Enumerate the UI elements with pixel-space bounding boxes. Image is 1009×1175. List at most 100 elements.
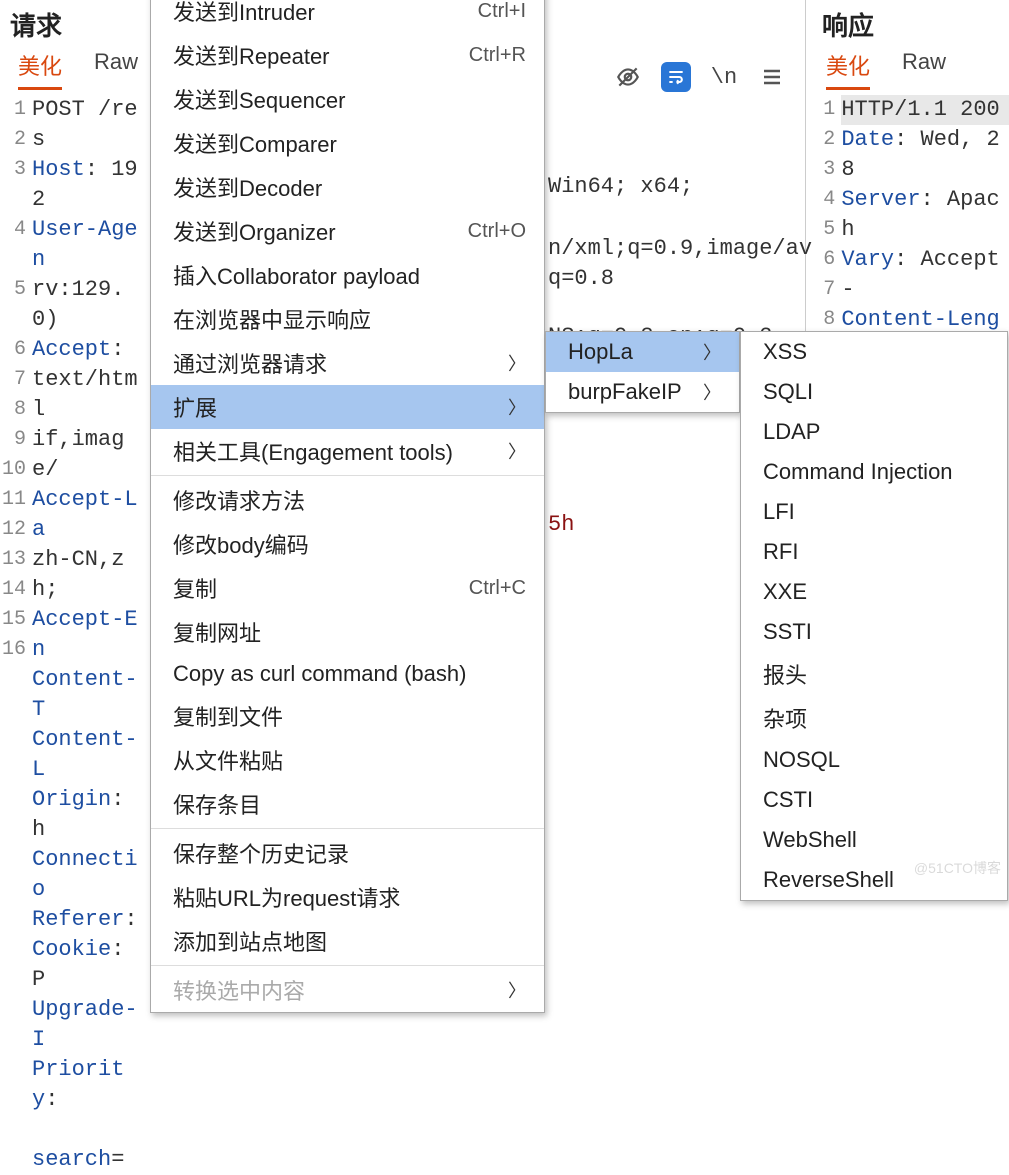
menu-item-label: 从文件粘贴 bbox=[173, 744, 283, 776]
line-number: 2 bbox=[806, 125, 835, 155]
code-line: POST /res bbox=[32, 95, 147, 155]
menu-item[interactable]: Command Injection bbox=[741, 452, 1007, 492]
menu-item[interactable]: LFI bbox=[741, 492, 1007, 532]
menu-item-label: 修改body编码 bbox=[173, 528, 309, 560]
menu-item[interactable]: 发送到RepeaterCtrl+R bbox=[151, 33, 544, 77]
line-number: 8 bbox=[0, 395, 26, 425]
menu-item[interactable]: 扩展〉 bbox=[151, 385, 544, 429]
chevron-right-icon: 〉 bbox=[703, 339, 721, 365]
menu-item-label: 保存整个历史记录 bbox=[173, 837, 349, 869]
menu-item[interactable]: RFI bbox=[741, 532, 1007, 572]
line-number: 15 bbox=[0, 605, 26, 635]
menu-item[interactable]: 在浏览器中显示响应 bbox=[151, 297, 544, 341]
menu-item-label: 复制 bbox=[173, 572, 217, 604]
menu-item-label: 修改请求方法 bbox=[173, 484, 305, 516]
menu-item[interactable]: 复制到文件 bbox=[151, 694, 544, 738]
menu-item[interactable]: SSTI bbox=[741, 612, 1007, 652]
menu-item-label: LFI bbox=[763, 499, 795, 525]
code-line: Server: Apach bbox=[841, 185, 1009, 245]
menu-item[interactable]: 发送到Decoder bbox=[151, 165, 544, 209]
menu-item[interactable]: Copy as curl command (bash) bbox=[151, 654, 544, 694]
menu-item[interactable]: 发送到Sequencer bbox=[151, 77, 544, 121]
menu-item-label: NOSQL bbox=[763, 747, 840, 773]
menu-item[interactable]: 从文件粘贴 bbox=[151, 738, 544, 782]
line-number: 12 bbox=[0, 515, 26, 545]
line-number: 1 bbox=[0, 95, 26, 125]
context-menu: 发送到IntruderCtrl+I发送到RepeaterCtrl+R 发送到Seq… bbox=[150, 0, 545, 1013]
menu-item[interactable]: 复制网址 bbox=[151, 610, 544, 654]
line-number: 16 bbox=[0, 635, 26, 665]
request-toolbar: \n bbox=[613, 62, 787, 92]
code-line: Host: 192 bbox=[32, 155, 147, 215]
menu-item[interactable]: LDAP bbox=[741, 412, 1007, 452]
menu-item[interactable]: 通过浏览器请求〉 bbox=[151, 341, 544, 385]
menu-item-label: HopLa bbox=[568, 339, 633, 365]
code-line: Date: Wed, 28 bbox=[841, 125, 1009, 185]
menu-item[interactable]: 修改请求方法 bbox=[151, 478, 544, 522]
menu-shortcut: Ctrl+R bbox=[469, 44, 526, 67]
tab-raw-response[interactable]: Raw bbox=[902, 49, 946, 90]
line-number: 9 bbox=[0, 425, 26, 455]
menu-item[interactable]: 插入Collaborator payload bbox=[151, 253, 544, 297]
tab-raw-request[interactable]: Raw bbox=[94, 49, 138, 90]
menu-item[interactable]: HopLa 〉 bbox=[546, 332, 739, 372]
menu-item[interactable]: 添加到站点地图 bbox=[151, 919, 544, 963]
menu-item-label: 保存条目 bbox=[173, 788, 261, 820]
tab-pretty-request[interactable]: 美化 bbox=[18, 49, 62, 90]
menu-item[interactable]: 发送到OrganizerCtrl+O bbox=[151, 209, 544, 253]
line-number: 7 bbox=[806, 275, 835, 305]
menu-separator bbox=[151, 965, 544, 966]
menu-item-label: LDAP bbox=[763, 419, 820, 445]
menu-icon[interactable] bbox=[757, 62, 787, 92]
menu-item[interactable]: 保存整个历史记录 bbox=[151, 831, 544, 875]
menu-item[interactable]: NOSQL bbox=[741, 740, 1007, 780]
code-line: Upgrade-I bbox=[32, 995, 147, 1055]
menu-item[interactable]: burpFakeIP 〉 bbox=[546, 372, 739, 412]
menu-item-label: RFI bbox=[763, 539, 798, 565]
line-number: 3 bbox=[806, 155, 835, 185]
wrap-lines-icon[interactable] bbox=[661, 62, 691, 92]
code-line: Connectio bbox=[32, 845, 147, 905]
visibility-off-icon[interactable] bbox=[613, 62, 643, 92]
menu-item-label: XSS bbox=[763, 339, 807, 365]
menu-item-label: Copy as curl command (bash) bbox=[173, 661, 466, 687]
line-number: 6 bbox=[0, 335, 26, 365]
newline-icon[interactable]: \n bbox=[709, 62, 739, 92]
menu-item[interactable]: 保存条目 bbox=[151, 782, 544, 826]
menu-item[interactable]: XSS bbox=[741, 332, 1007, 372]
tab-pretty-response[interactable]: 美化 bbox=[826, 49, 870, 90]
menu-item-label: 发送到Intruder bbox=[173, 0, 315, 27]
code-line: zh-CN,zh; bbox=[32, 545, 147, 605]
code-line: Accept: bbox=[32, 335, 147, 365]
menu-item[interactable]: 杂项 bbox=[741, 696, 1007, 740]
menu-item[interactable]: 报头 bbox=[741, 652, 1007, 696]
code-line: if,image/ bbox=[32, 425, 147, 485]
menu-item[interactable]: 发送到IntruderCtrl+I bbox=[151, 0, 544, 33]
menu-item-label: burpFakeIP bbox=[568, 379, 682, 405]
code-line: rv:129.0) bbox=[32, 275, 147, 335]
line-number: 13 bbox=[0, 545, 26, 575]
menu-item-label: 在浏览器中显示响应 bbox=[173, 303, 371, 335]
line-number: 1 bbox=[806, 95, 835, 125]
menu-item[interactable]: CSTI bbox=[741, 780, 1007, 820]
menu-item[interactable]: XXE bbox=[741, 572, 1007, 612]
chevron-right-icon: 〉 bbox=[703, 379, 721, 405]
request-code[interactable]: POST /resHost: 192User-Agenrv:129.0)Acce… bbox=[32, 95, 147, 1175]
chevron-right-icon: 〉 bbox=[508, 394, 526, 420]
menu-item-label: 发送到Decoder bbox=[173, 171, 322, 203]
menu-item[interactable]: 复制Ctrl+C bbox=[151, 566, 544, 610]
line-number: 2 bbox=[0, 125, 26, 155]
menu-item-label: 发送到Sequencer bbox=[173, 83, 345, 115]
menu-item[interactable]: SQLI bbox=[741, 372, 1007, 412]
menu-item[interactable]: WebShell bbox=[741, 820, 1007, 860]
menu-item-label: 杂项 bbox=[763, 702, 807, 734]
code-line: text/html bbox=[32, 365, 147, 425]
menu-item[interactable]: 粘贴URL为request请求 bbox=[151, 875, 544, 919]
menu-item-label: WebShell bbox=[763, 827, 857, 853]
menu-item[interactable]: 发送到Comparer bbox=[151, 121, 544, 165]
menu-item[interactable]: 修改body编码 bbox=[151, 522, 544, 566]
menu-item[interactable]: ReverseShell bbox=[741, 860, 1007, 900]
menu-item[interactable]: 相关工具(Engagement tools)〉 bbox=[151, 429, 544, 473]
menu-item-label: Command Injection bbox=[763, 459, 953, 485]
menu-item-label: 通过浏览器请求 bbox=[173, 347, 327, 379]
